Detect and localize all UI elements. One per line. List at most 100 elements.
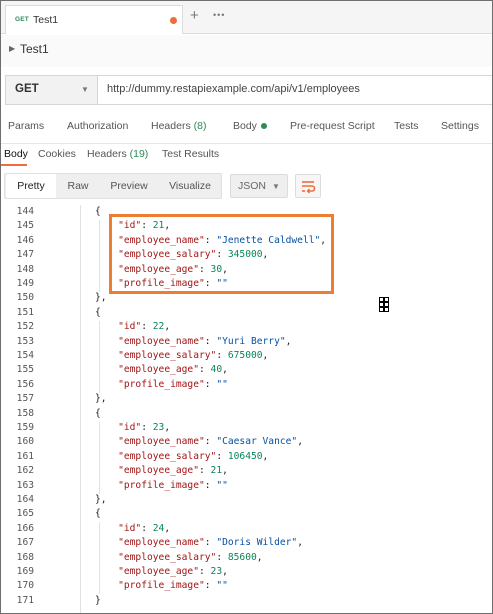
code-text: {: [95, 206, 101, 217]
tab-authorization[interactable]: Authorization: [67, 120, 128, 132]
response-tab-body-label: Body: [4, 148, 28, 160]
body-indicator-dot: [260, 123, 267, 130]
line-number: 144: [16, 206, 34, 217]
postman-window: GET Test1 + ••• ▶ Test1 GET ▼ http://dum…: [0, 0, 493, 614]
headers-count: (8): [193, 120, 207, 132]
line-number: 164: [16, 494, 34, 505]
chevron-down-icon: ▼: [81, 85, 89, 94]
request-name-row: ▶ Test1: [1, 35, 492, 67]
response-tabs: Body Cookies Headers (19) Test Results: [1, 143, 492, 169]
response-tab-test-results-label: Test Results: [162, 148, 220, 160]
code-text: "employee_name": "Doris Wilder",: [118, 537, 303, 549]
line-number: 168: [16, 551, 34, 563]
code-text: "employee_salary": 106450,: [118, 450, 269, 462]
line-number: 148: [16, 263, 34, 275]
ellipsis-icon[interactable]: •••: [213, 10, 225, 20]
line-number: 169: [16, 566, 34, 577]
url-bar: GET ▼ http://dummy.restapiexample.com/ap…: [5, 75, 492, 105]
text-cursor-icon: [379, 297, 389, 312]
code-text: "profile_image": "": [118, 580, 228, 592]
line-number: 154: [16, 350, 34, 361]
wrap-lines-button[interactable]: [295, 174, 321, 198]
code-text: {: [95, 407, 101, 419]
line-number: 156: [16, 378, 34, 390]
tab-headers-label: Headers: [151, 120, 194, 132]
code-text: },: [95, 494, 107, 505]
code-text: "profile_image": "": [118, 378, 228, 390]
line-number: 161: [16, 450, 34, 462]
preview-button[interactable]: Preview: [102, 174, 156, 198]
request-name[interactable]: Test1: [20, 42, 49, 56]
tab-bar: GET Test1 + •••: [1, 1, 492, 34]
response-tab-body[interactable]: Body: [4, 148, 28, 160]
visualize-button[interactable]: Visualize: [160, 174, 220, 198]
wrap-lines-icon: [302, 181, 316, 194]
response-tab-headers[interactable]: Headers (19): [87, 148, 148, 160]
indent-guide: [80, 205, 81, 613]
active-tab-underline: [1, 164, 27, 166]
code-text: "employee_name": "Caesar Vance",: [118, 436, 303, 448]
method-value: GET: [15, 83, 39, 95]
line-number: 145: [16, 220, 34, 232]
view-mode-segmented-control: Pretty Raw Preview Visualize: [4, 173, 222, 199]
url-input[interactable]: http://dummy.restapiexample.com/api/v1/e…: [107, 83, 360, 95]
line-number: 165: [16, 508, 34, 520]
code-text: "id": 23,: [118, 422, 171, 433]
code-text: "employee_age": 40,: [118, 364, 228, 376]
method-select[interactable]: GET ▼: [6, 76, 98, 104]
line-number: 151: [16, 306, 34, 318]
tab-authorization-label: Authorization: [67, 120, 129, 132]
pretty-button[interactable]: Pretty: [6, 174, 56, 198]
line-number: 170: [16, 580, 34, 592]
response-tab-cookies-label: Cookies: [38, 148, 76, 160]
code-text: "employee_salary": 85600,: [118, 551, 263, 563]
line-number: 171: [16, 594, 34, 606]
code-text: {: [95, 508, 101, 520]
tab-tests-label: Tests: [394, 120, 419, 132]
line-number: 163: [16, 479, 34, 491]
tab-body[interactable]: Body: [233, 120, 267, 132]
code-text: "employee_salary": 675000,: [118, 350, 269, 361]
tab-method-label: GET: [15, 16, 29, 23]
line-number: 167: [16, 537, 34, 549]
chevron-down-icon: ▼: [272, 182, 280, 191]
line-number: 166: [16, 522, 34, 534]
response-tab-headers-label: Headers: [87, 148, 130, 160]
response-headers-count: (19): [129, 148, 149, 160]
format-select[interactable]: JSON ▼: [230, 174, 288, 198]
tab-pre-request-script[interactable]: Pre-request Script: [290, 120, 375, 132]
code-text: },: [95, 292, 107, 304]
tab-params-label: Params: [8, 120, 45, 132]
request-tabs: Params Authorization Headers (8) Body Pr…: [1, 114, 492, 140]
format-select-value: JSON: [238, 180, 267, 192]
tab-settings[interactable]: Settings: [441, 120, 479, 132]
line-number: 159: [16, 422, 34, 433]
tab-settings-label: Settings: [441, 120, 479, 132]
line-number: 155: [16, 364, 34, 376]
raw-button[interactable]: Raw: [58, 174, 98, 198]
line-number: 153: [16, 335, 34, 347]
line-number: 147: [16, 249, 34, 261]
response-tab-test-results[interactable]: Test Results: [162, 148, 219, 160]
tab-body-label: Body: [233, 120, 257, 132]
line-number: 157: [16, 393, 34, 405]
format-toolbar: Pretty Raw Preview Visualize JSON ▼: [1, 171, 492, 203]
line-number: 146: [16, 234, 34, 246]
unsaved-dot-icon: [170, 17, 177, 24]
response-tab-cookies[interactable]: Cookies: [38, 148, 76, 160]
line-number: 152: [16, 321, 34, 333]
tab-tests[interactable]: Tests: [394, 120, 419, 132]
line-number: 149: [16, 278, 34, 289]
tab-pre-request-label: Pre-request Script: [290, 120, 375, 132]
tab-headers[interactable]: Headers (8): [151, 120, 206, 132]
request-tab-test1[interactable]: GET Test1: [5, 5, 183, 34]
code-text: "employee_age": 23,: [118, 566, 228, 577]
plus-icon[interactable]: +: [190, 7, 199, 25]
line-number: 160: [16, 436, 34, 448]
line-number: 150: [16, 292, 34, 304]
caret-right-icon[interactable]: ▶: [9, 44, 15, 53]
tab-params[interactable]: Params: [8, 120, 44, 132]
code-text: "id": 24,: [118, 522, 171, 534]
line-number: 162: [16, 465, 34, 477]
tab-title: Test1: [33, 14, 59, 26]
